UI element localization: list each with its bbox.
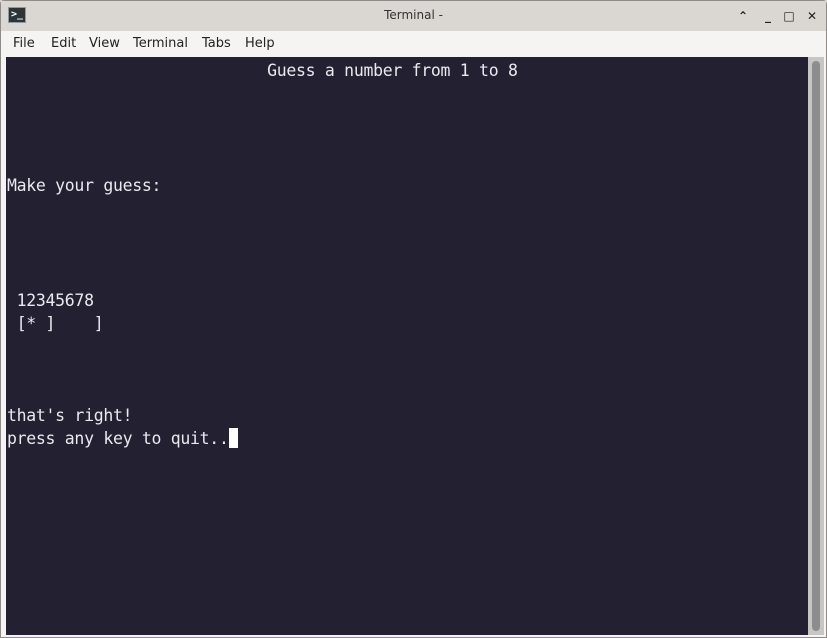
terminal-line-text: press any key to quit.. (7, 429, 229, 448)
terminal-line-text: Make your guess: (7, 176, 162, 195)
terminal-line: press any key to quit.. (7, 427, 238, 450)
maximize-button[interactable]: □ (781, 8, 797, 24)
terminal-line-text: [* ] ] (7, 314, 104, 333)
minimize-button[interactable]: _ (760, 8, 776, 24)
terminal-line: Guess a number from 1 to 8 (7, 59, 518, 82)
menu-file[interactable]: File (13, 36, 35, 51)
menu-view[interactable]: View (89, 36, 120, 51)
title-bar[interactable]: >_ Terminal - ⌃ _ □ ✕ (1, 1, 826, 31)
terminal-line-text: that's right! (7, 406, 133, 425)
terminal-window: >_ Terminal - ⌃ _ □ ✕ File Edit View Ter… (0, 0, 827, 638)
terminal-line: Make your guess: (7, 174, 161, 197)
scrollbar-thumb[interactable] (812, 61, 820, 631)
terminal-line-text: 12345678 (7, 291, 94, 310)
menu-edit[interactable]: Edit (51, 36, 76, 51)
terminal-line: that's right! (7, 404, 133, 427)
terminal-screen[interactable]: Guess a number from 1 to 8 Make your gues… (6, 57, 808, 635)
menu-terminal[interactable]: Terminal (133, 36, 188, 51)
shade-button[interactable]: ⌃ (735, 8, 751, 24)
terminal-line: 12345678 (7, 289, 94, 312)
text-cursor (228, 428, 238, 448)
terminal-line: [* ] ] (7, 312, 104, 335)
vertical-scrollbar[interactable] (808, 57, 824, 635)
terminal-line-text: Guess a number from 1 to 8 (7, 61, 518, 80)
menu-tabs[interactable]: Tabs (202, 36, 231, 51)
window-title: Terminal - (384, 8, 443, 22)
close-button[interactable]: ✕ (804, 8, 820, 24)
menu-help[interactable]: Help (245, 36, 275, 51)
menu-bar: File Edit View Terminal Tabs Help (1, 31, 826, 57)
